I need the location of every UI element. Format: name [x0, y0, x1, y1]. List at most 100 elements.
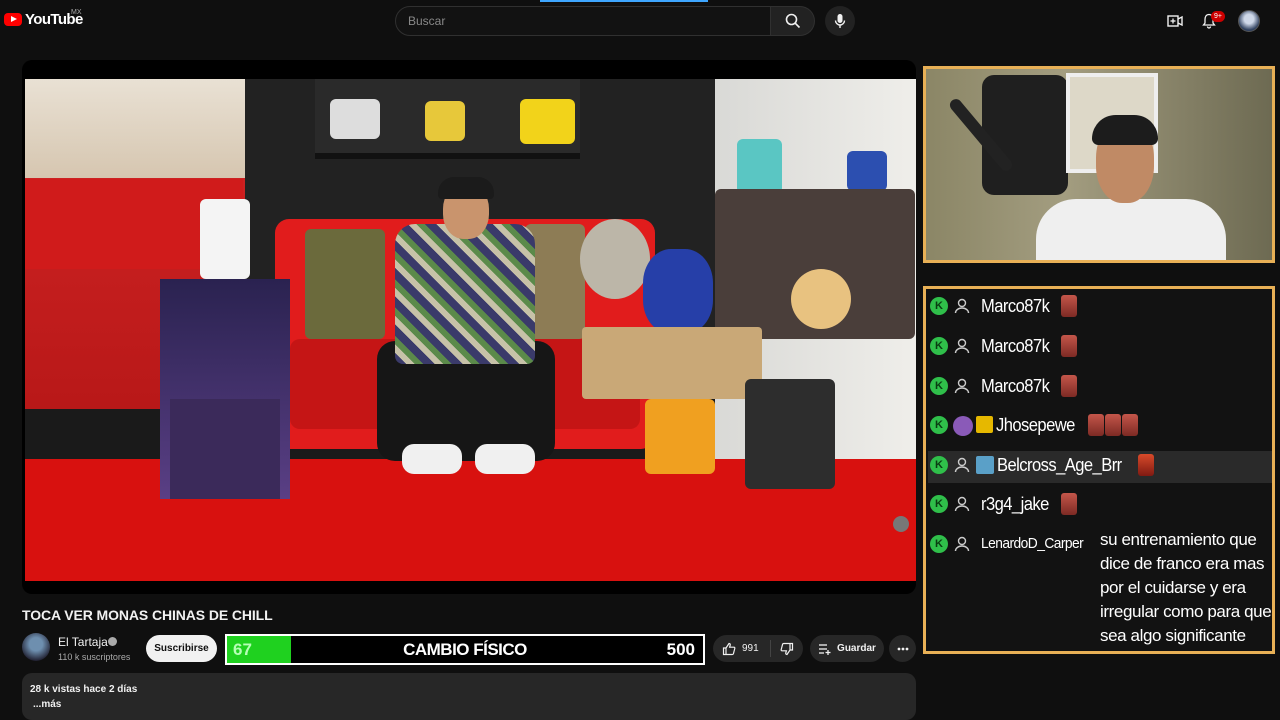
chat-message: K LenardoD_Carper — [930, 531, 1092, 557]
goal-label: CAMBIO FÍSICO — [403, 640, 527, 659]
goal-max: 500 — [666, 640, 695, 659]
furry-mask — [580, 219, 650, 299]
sneaker-figure — [330, 99, 380, 139]
logo-region: MX — [71, 9, 82, 16]
streamer-shirt — [1036, 199, 1226, 260]
yellow-sneaker — [520, 99, 575, 144]
user-icon — [954, 378, 970, 394]
emote-icon — [1061, 375, 1078, 397]
thumbs-up-icon — [722, 642, 736, 655]
emote-icon — [1087, 414, 1104, 436]
chat-username: LenardoD_Carper — [981, 535, 1084, 552]
account-avatar[interactable] — [1238, 10, 1260, 32]
chat-badge-icon: K — [930, 297, 948, 315]
video-frame — [25, 79, 916, 581]
user-icon — [954, 496, 970, 512]
subscriber-count: 110 k suscriptores — [58, 652, 131, 662]
goal-current: 67 — [233, 640, 252, 659]
chat-badge-icon: K — [930, 337, 948, 355]
chat-message: K Marco87k — [930, 373, 1078, 399]
youtube-play-icon — [4, 13, 22, 26]
search-icon — [785, 13, 800, 29]
user-avatar — [953, 416, 973, 436]
channel-name[interactable]: El Tartaja — [58, 635, 108, 649]
left-shoe — [402, 444, 462, 474]
chat-overlay: K Marco87k K Marco87k K Marco87k K Jhose… — [923, 286, 1275, 654]
crown-badge-icon — [976, 416, 993, 433]
search-input[interactable] — [395, 6, 771, 36]
verified-icon — [108, 637, 117, 646]
save-button[interactable]: Guardar — [810, 635, 884, 662]
youtube-logo[interactable]: YouTube MX — [4, 9, 83, 28]
chat-badge-icon: K — [930, 416, 948, 434]
page-load-progress — [540, 0, 708, 2]
gremlin-figure — [305, 229, 385, 339]
emote-icon — [1060, 493, 1077, 515]
toy-box — [645, 399, 715, 474]
chat-message: K Marco87k — [930, 293, 1078, 319]
channel-avatar[interactable] — [22, 633, 50, 661]
user-icon — [954, 536, 970, 552]
cardboard-box — [582, 327, 762, 399]
chat-message-text: su entrenamiento que dice de franco era … — [1100, 530, 1272, 645]
chat-message: K Belcross_Age_Brr — [930, 452, 1155, 478]
streamer-headphones — [1092, 115, 1158, 145]
search-bar — [395, 6, 815, 36]
dislike-button[interactable] — [771, 642, 803, 656]
sub-badge-icon — [976, 456, 994, 474]
emote-icon — [1061, 335, 1078, 357]
chat-badge-icon: K — [930, 535, 948, 553]
toy-figure — [425, 101, 465, 141]
emote-icon — [1061, 295, 1078, 317]
search-button[interactable] — [771, 6, 815, 36]
tmnt-box — [170, 399, 280, 499]
more-actions-button[interactable] — [889, 635, 916, 662]
description-box[interactable]: 28 k vistas hace 2 días ...más — [22, 673, 916, 720]
emote-icon — [1104, 414, 1121, 436]
plush-figure — [737, 139, 782, 194]
like-count: 991 — [742, 643, 759, 654]
create-button[interactable] — [1164, 10, 1186, 32]
chat-username: Marco87k — [981, 376, 1050, 396]
channel-watermark-icon[interactable] — [893, 516, 909, 532]
show-more-link[interactable]: ...más — [33, 699, 61, 710]
microphone-icon — [834, 14, 846, 28]
emote-icon — [1121, 414, 1138, 436]
save-label: Guardar — [837, 643, 876, 654]
wrestling-mask — [200, 199, 250, 279]
view-count-date: 28 k vistas hace 2 días — [30, 684, 138, 695]
chat-badge-icon: K — [930, 495, 948, 513]
person-shirt — [395, 224, 535, 364]
right-shoe — [475, 444, 535, 474]
notification-count-badge: 9+ — [1211, 11, 1225, 22]
subscribe-button[interactable]: Suscribirse — [146, 635, 217, 662]
more-horizontal-icon — [897, 647, 908, 650]
video-title: TOCA VER MONAS CHINAS DE CHILL — [22, 607, 273, 623]
chat-message: K Marco87k — [930, 333, 1078, 359]
plush-blue — [847, 151, 887, 191]
chat-badge-icon: K — [930, 456, 948, 474]
playlist-add-icon — [819, 643, 831, 655]
emote-icon — [1138, 454, 1155, 476]
like-button[interactable]: 991 — [713, 640, 771, 657]
chat-badge-icon: K — [930, 377, 948, 395]
globe — [791, 269, 851, 329]
user-icon — [954, 338, 970, 354]
chat-username: r3g4_jake — [981, 494, 1049, 514]
like-dislike-group: 991 — [713, 635, 803, 662]
chat-username: Marco87k — [981, 296, 1050, 316]
chat-message: K r3g4_jake — [930, 491, 1077, 517]
video-player[interactable] — [22, 60, 916, 594]
user-icon — [954, 298, 970, 314]
goal-progress-bar: CAMBIO FÍSICO 67 500 — [225, 634, 705, 665]
hanging-hoodie — [982, 75, 1068, 195]
luchador-mask — [643, 249, 713, 334]
create-video-icon — [1167, 15, 1183, 27]
chat-username: Jhosepewe — [996, 415, 1075, 435]
user-icon — [954, 457, 970, 473]
chat-username: Marco87k — [981, 336, 1050, 356]
chat-username: Belcross_Age_Brr — [997, 455, 1122, 475]
voice-search-button[interactable] — [825, 6, 855, 36]
chat-message: K Jhosepewe — [930, 412, 1138, 438]
person-cap — [438, 177, 494, 199]
